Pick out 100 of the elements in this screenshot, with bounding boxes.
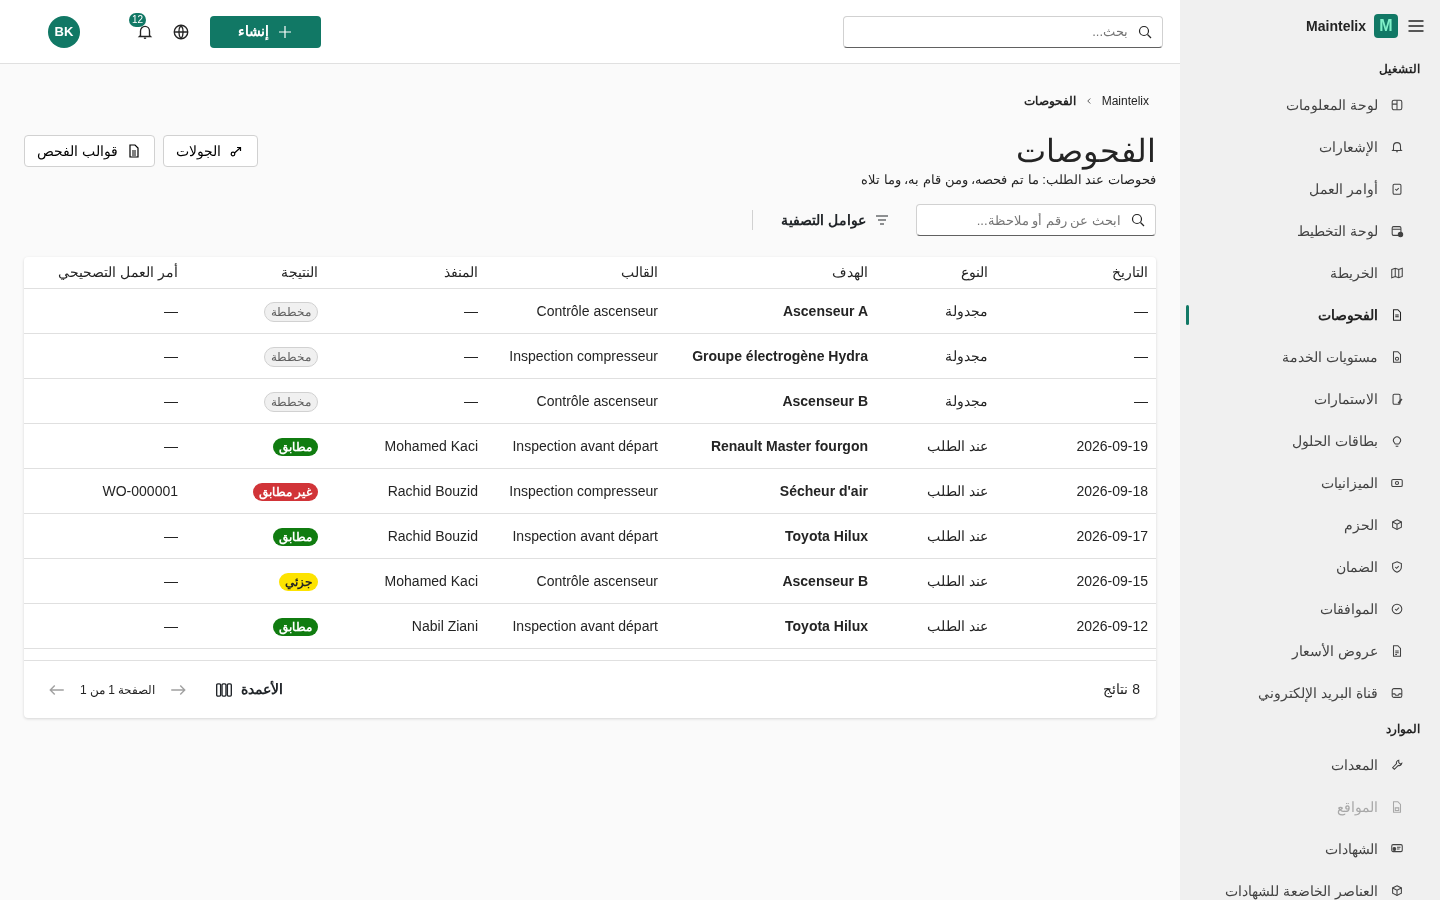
table-cell: — (24, 288, 186, 334)
sidebar-item[interactable]: لوحة المعلومات (1180, 84, 1430, 126)
shield-icon (1390, 560, 1404, 574)
table-cell: — (326, 333, 486, 379)
table-cell: Ascenseur A (666, 288, 876, 334)
table-cell: Inspection compresseur (486, 333, 666, 379)
table-cell: — (24, 603, 186, 649)
table-cell: عند الطلب (876, 468, 996, 514)
column-header[interactable]: القالب (486, 256, 666, 289)
banknote-icon (1390, 476, 1404, 490)
table-cell: Groupe électrogène Hydra (666, 333, 876, 379)
sidebar-item[interactable]: مستويات الخدمة (1180, 336, 1430, 378)
sidebar-item[interactable]: الحزم (1180, 504, 1430, 546)
clipboard-icon (1390, 182, 1404, 196)
status-tag: جزئي (279, 572, 318, 591)
sidebar-item[interactable]: الشهادات (1180, 828, 1430, 870)
table-cell: مجدولة (876, 378, 996, 424)
column-header[interactable]: الهدف (666, 256, 876, 289)
table-cell: عند الطلب (876, 603, 996, 649)
page-description: فحوصات عند الطلب: ما تم فحصه، ومن قام به، وما تلاه (860, 171, 1156, 190)
document-icon (1390, 308, 1404, 322)
status-tag: مطابق (273, 617, 318, 636)
lightbulb-icon (1390, 434, 1404, 448)
bell-icon[interactable] (136, 23, 154, 42)
sidebar-item[interactable]: الميزانيات (1180, 462, 1430, 504)
table-cell: — (24, 423, 186, 469)
table-cell: مجدولة (876, 288, 996, 334)
cube-icon (1390, 518, 1404, 532)
action-button[interactable]: الجولات (162, 135, 258, 168)
sidebar-item[interactable]: الموافقات (1180, 588, 1430, 630)
section-heading: التشغيل (1378, 61, 1421, 78)
columns-icon (215, 680, 234, 699)
column-header[interactable]: المنفذ (326, 256, 486, 289)
section-heading: الموارد (1385, 721, 1421, 739)
table-cell: عند الطلب (876, 558, 996, 604)
plus-icon (277, 23, 293, 40)
table-cell: Rachid Bouzid (326, 513, 486, 559)
avatar[interactable]: BK (48, 15, 80, 48)
sidebar-item[interactable]: أوامر العمل (1180, 168, 1430, 210)
calendar-icon (1390, 224, 1404, 238)
table-cell: Renault Master fourgon (666, 423, 876, 469)
table-cell: 2026-09-15 (996, 558, 1156, 604)
sidebar-item[interactable]: الإشعارات (1180, 126, 1430, 168)
document-icon (1390, 644, 1404, 658)
sidebar-item[interactable]: الخريطة (1180, 252, 1430, 294)
table-cell: — (326, 378, 486, 424)
wrench-icon (1390, 758, 1404, 772)
sidebar-item[interactable]: العناصر الخاضعة للشهادات (1180, 870, 1430, 900)
status-tag: مخططة (264, 301, 318, 322)
bell-icon (1390, 140, 1404, 154)
table-cell: Contrôle ascenseur (486, 558, 666, 604)
sidebar-item[interactable]: الفحوصات (1180, 294, 1430, 336)
table-cell: Mohamed Kaci (326, 558, 486, 604)
sidebar-item[interactable]: الضمان (1180, 546, 1430, 588)
sidebar-item[interactable]: بطاقات الحلول (1180, 420, 1430, 462)
table-cell: — (326, 288, 486, 334)
table-cell: — (24, 558, 186, 604)
active-indicator (1186, 305, 1189, 325)
table-cell: — (24, 333, 186, 379)
status-tag: مطابق (273, 437, 318, 456)
table-cell: 2026-09-17 (996, 513, 1156, 559)
table-cell: مجدولة (876, 333, 996, 379)
sidebar-item[interactable]: عروض الأسعار (1180, 630, 1430, 672)
page-info: الصفحة 1 من 1 (80, 681, 156, 699)
table-cell: عند الطلب (876, 513, 996, 559)
notification-badge: 12 (128, 13, 146, 27)
column-header[interactable]: التاريخ (996, 256, 1156, 289)
map-icon (1390, 266, 1404, 280)
table-cell: — (24, 513, 186, 559)
cube-icon (1390, 884, 1404, 898)
action-button[interactable]: قوالب الفحص (24, 135, 155, 168)
search-field[interactable]: بحث... (843, 15, 1163, 48)
sidebar-item[interactable]: قناة البريد الإلكتروني (1180, 672, 1430, 714)
create-button[interactable]: إنشاء (210, 15, 321, 48)
table-cell: Inspection avant départ (486, 603, 666, 649)
page-title: الفحوصات (1016, 132, 1156, 171)
table-cell: — (996, 333, 1156, 379)
search-icon (1130, 212, 1146, 229)
sidebar-item[interactable]: المعدات (1180, 744, 1430, 786)
breadcrumb-item[interactable]: Maintelix (1101, 92, 1149, 110)
sidebar-item[interactable]: الاستمارات (1180, 378, 1430, 420)
table-cell: — (996, 288, 1156, 334)
status-tag: مخططة (264, 391, 318, 412)
sidebar-item[interactable]: لوحة التخطيط (1180, 210, 1430, 252)
columns-button[interactable]: الأعمدة (215, 679, 284, 701)
column-header[interactable]: أمر العمل التصحيحي (24, 256, 186, 289)
table-cell: Mohamed Kaci (326, 423, 486, 469)
filter-button[interactable]: عوامل التصفية (769, 203, 902, 237)
clipboard-icon (1390, 392, 1404, 406)
globe-icon[interactable] (172, 22, 190, 41)
table-cell: 2026-09-19 (996, 423, 1156, 469)
column-header[interactable]: النوع (876, 256, 996, 289)
table-cell: Contrôle ascenseur (486, 288, 666, 334)
column-header[interactable]: النتيجة (186, 256, 326, 289)
table-cell: Rachid Bouzid (326, 468, 486, 514)
breadcrumb-item: الفحوصات (1023, 93, 1076, 110)
table-cell: Toyota Hilux (666, 513, 876, 559)
brand-name: Maintelix (1306, 16, 1366, 36)
table-cell: Nabil Ziani (326, 603, 486, 649)
table-cell: Inspection avant départ (486, 423, 666, 469)
